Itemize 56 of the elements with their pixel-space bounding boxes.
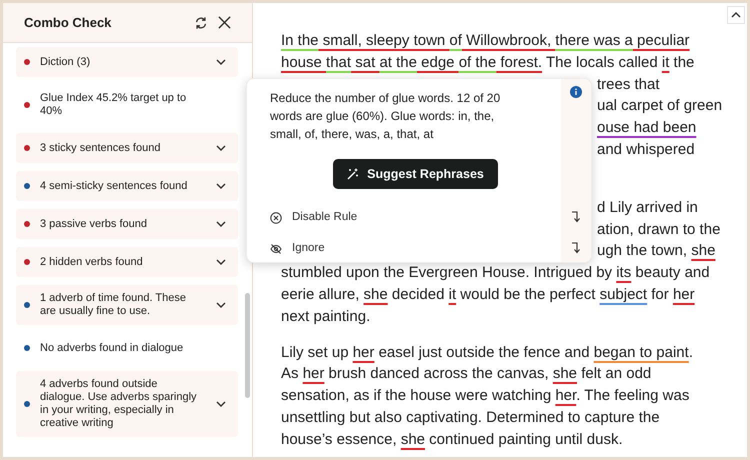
popup-message: Reduce the number of glue words. 12 of 20 words are glue (60%). Glue words: in, the, small, of, there, was, a, that, at: [270, 90, 502, 143]
arrow-turn-down-icon[interactable]: [570, 241, 582, 255]
check-item[interactable]: 3 sticky sentences found: [16, 133, 238, 163]
info-icon[interactable]: [570, 86, 582, 98]
partly-hidden-text-line: and whispered: [597, 140, 695, 160]
chevron-down-icon: [216, 183, 226, 189]
check-label: 3 sticky sentences found: [40, 142, 162, 154]
partly-hidden-text-line: ual carpet of green: [597, 96, 722, 116]
check-item[interactable]: 4 semi-sticky sentences found: [16, 171, 238, 201]
check-label: Glue Index 45.2% target up to 40%: [40, 92, 188, 118]
partly-hidden-text-line: trees that: [597, 74, 660, 95]
chevron-down-icon: [216, 401, 226, 407]
magic-wand-icon: [347, 168, 360, 180]
refresh-icon[interactable]: [194, 16, 208, 30]
text-line: In the small, sleepy town of Willowbrook, there was a peculiar: [281, 31, 690, 51]
scrollbar-thumb[interactable]: [245, 293, 250, 398]
text-line: unsettling but also captivating. Determined to capture the: [281, 408, 660, 428]
check-label: No adverbs found in dialogue: [40, 342, 184, 354]
eye-slash-icon: [270, 243, 282, 255]
partly-hidden-text-line: ugh the town, she: [597, 241, 716, 262]
check-label: Diction (3): [40, 56, 92, 68]
check-item[interactable]: 2 hidden verbs found: [16, 247, 238, 277]
text-line: house that sat at the edge of the forest. The locals called it the: [281, 52, 694, 73]
check-label: 1 adverb of time found. These are usually fine to use.: [40, 292, 187, 318]
text-line: eerie allure, she decided it would be the perfect subject for her: [281, 284, 695, 305]
scroll-up-button[interactable]: [727, 6, 745, 24]
caret-icon: [731, 12, 741, 18]
partly-hidden-text-line: ouse had been: [597, 118, 696, 138]
check-item[interactable]: 4 adverbs found outside dialogue. Use adverbs sparingly in your writing, especially in creative writing: [16, 371, 238, 437]
chevron-down-icon: [216, 59, 226, 65]
check-label: 3 passive verbs found: [40, 218, 148, 230]
partly-hidden-text-line: ation, drawn to the: [597, 220, 720, 240]
circle-x-icon: [270, 212, 282, 224]
check-item[interactable]: 1 adverb of time found. These are usually fine to use.: [16, 285, 238, 325]
check-item[interactable]: Diction (3): [16, 47, 238, 77]
chevron-down-icon: [216, 302, 226, 308]
text-line: stumbled upon the Evergreen House. Intrigued by its beauty and: [281, 263, 710, 284]
chevron-down-icon: [216, 221, 226, 227]
text-line: next painting.: [281, 306, 370, 327]
check-label: 2 hidden verbs found: [40, 256, 144, 268]
check-label: 4 adverbs found outside dialogue. Use adverbs sparingly in your writing, especially in creative writing: [40, 378, 198, 430]
close-icon[interactable]: [218, 16, 231, 29]
chevron-down-icon: [216, 259, 226, 265]
text-line: Lily set up her easel just outside the fence and began to paint.: [281, 342, 693, 363]
text-line: house’s essence, she continued painting until dusk.: [281, 430, 623, 450]
text-line: sensation, as if the house were watching her. The feeling was: [281, 386, 690, 406]
partly-hidden-text-line: d Lily arrived in: [597, 198, 698, 218]
arrow-turn-down-icon[interactable]: [570, 210, 582, 224]
text-line: As her brush danced across the canvas, she felt an odd: [281, 364, 652, 384]
panel-title: Combo Check: [24, 14, 112, 32]
check-item[interactable]: 3 passive verbs found: [16, 209, 238, 239]
chevron-down-icon: [216, 145, 226, 151]
suggest-rephrases-button[interactable]: Suggest Rephrases: [333, 159, 498, 189]
check-label: 4 semi-sticky sentences found: [40, 180, 188, 192]
disable-rule-option[interactable]: Disable Rule: [270, 209, 551, 227]
ignore-option[interactable]: Ignore: [270, 240, 551, 258]
